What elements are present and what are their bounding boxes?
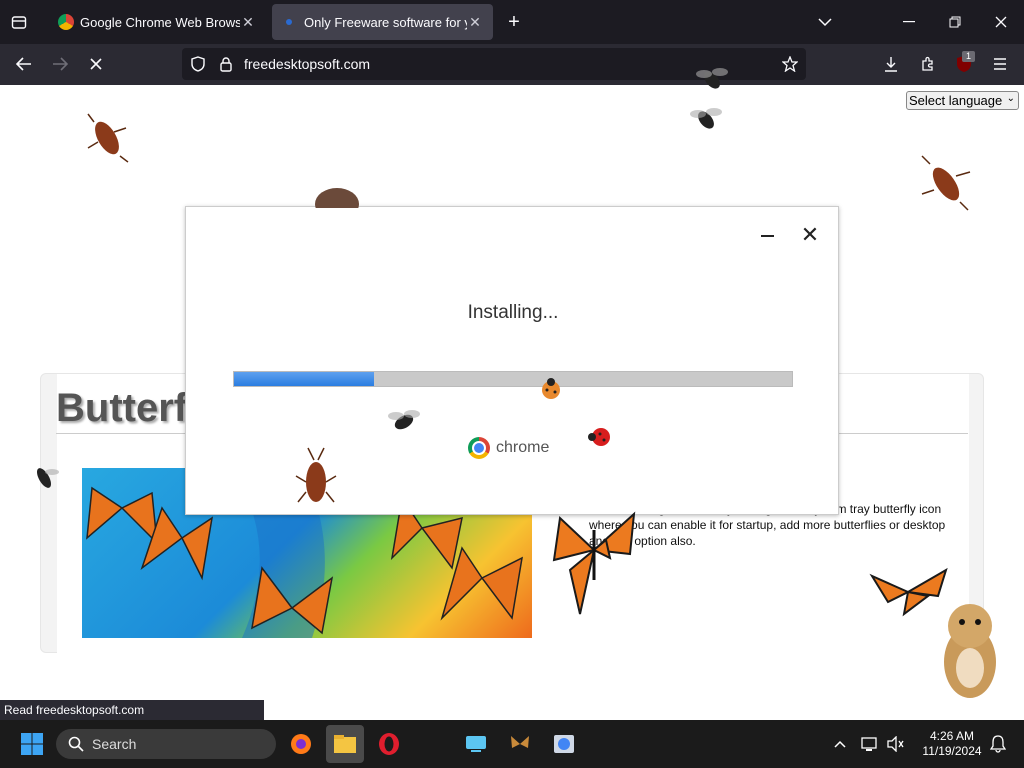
ladybug-icon — [588, 428, 610, 446]
volume-muted-icon[interactable] — [882, 730, 910, 758]
cockroach-icon — [295, 447, 337, 503]
close-tab-icon[interactable]: ✕ — [240, 14, 256, 31]
search-placeholder: Search — [92, 736, 137, 752]
page-headline: Butterf — [56, 386, 188, 430]
chrome-brand: chrome — [468, 437, 549, 459]
close-window-icon[interactable] — [990, 12, 1012, 32]
tracking-shield-icon[interactable] — [188, 54, 208, 74]
clock-date: 11/19/2024 — [922, 744, 982, 758]
remote-desktop-icon[interactable] — [462, 730, 490, 758]
ladybug-icon — [542, 378, 560, 399]
brand-text: chrome — [496, 439, 550, 456]
taskbar-app-blank[interactable] — [418, 730, 446, 758]
minimize-dialog-icon[interactable] — [756, 225, 778, 247]
system-clock[interactable]: 4:26 AM 11/19/2024 — [912, 729, 992, 759]
search-icon — [68, 736, 84, 752]
fly-icon — [690, 108, 722, 129]
bug-icon — [315, 188, 359, 208]
fly-icon — [37, 468, 59, 488]
close-dialog-icon[interactable]: ✕ — [798, 222, 822, 247]
show-hidden-icons-icon[interactable] — [826, 730, 854, 758]
install-progress-bar — [233, 371, 793, 387]
restore-window-icon[interactable] — [944, 12, 966, 32]
lock-icon[interactable] — [216, 54, 236, 74]
link-status-bar: Read freedesktopsoft.com — [0, 700, 264, 720]
tab-chrome-download[interactable]: Google Chrome Web Browser ✕ — [48, 4, 266, 40]
hamburger-menu-icon[interactable] — [989, 54, 1011, 74]
windows-start-icon[interactable] — [18, 730, 46, 758]
file-explorer-icon[interactable] — [326, 725, 364, 763]
downloads-icon[interactable] — [880, 54, 902, 74]
firefox-icon[interactable] — [287, 730, 315, 758]
stop-loading-icon[interactable] — [84, 54, 108, 74]
opera-icon[interactable] — [375, 730, 403, 758]
hamster-icon — [944, 604, 996, 698]
installer-status: Installing... — [467, 302, 559, 323]
tab-title: Google Chrome Web Browser — [80, 14, 240, 30]
tab-title: Only Freeware software for you — [304, 14, 467, 30]
close-tab-icon[interactable]: ✕ — [467, 14, 483, 31]
butterfly-app-icon[interactable] — [506, 730, 534, 758]
fly-icon — [696, 68, 728, 89]
progress-fill — [234, 372, 374, 386]
notifications-bell-icon[interactable] — [984, 730, 1012, 758]
forward-icon[interactable] — [48, 54, 72, 74]
chrome-logo-icon — [468, 437, 490, 459]
minimize-window-icon[interactable] — [898, 12, 920, 32]
new-tab-icon[interactable]: + — [503, 11, 525, 33]
network-icon[interactable] — [856, 730, 884, 758]
taskbar-search[interactable]: Search — [56, 729, 276, 759]
chrome-icon — [58, 14, 74, 30]
site-favicon-icon — [286, 19, 292, 25]
fly-icon — [388, 410, 420, 430]
cockroach-icon — [87, 113, 129, 163]
tab-freeware[interactable]: Only Freeware software for you ✕ — [272, 4, 493, 40]
tab-list-icon[interactable] — [8, 12, 30, 32]
butterfly-icon — [552, 511, 636, 615]
list-all-tabs-icon[interactable] — [814, 12, 836, 32]
back-icon[interactable] — [12, 54, 36, 74]
extension-badge: 1 — [962, 51, 975, 62]
language-select-label: Select language — [909, 93, 1003, 108]
installer-app-icon[interactable] — [550, 730, 578, 758]
clock-time: 4:26 AM — [929, 729, 975, 743]
language-select[interactable]: Select language ⌄ — [906, 91, 1019, 110]
installer-dialog: ✕ Installing... chrome — [185, 206, 839, 515]
extensions-icon[interactable] — [917, 54, 939, 74]
bookmark-star-icon[interactable] — [779, 54, 801, 74]
url-text[interactable]: freedesktopsoft.com — [244, 56, 370, 72]
chevron-down-icon: ⌄ — [1006, 93, 1015, 104]
cockroach-icon — [921, 155, 971, 211]
